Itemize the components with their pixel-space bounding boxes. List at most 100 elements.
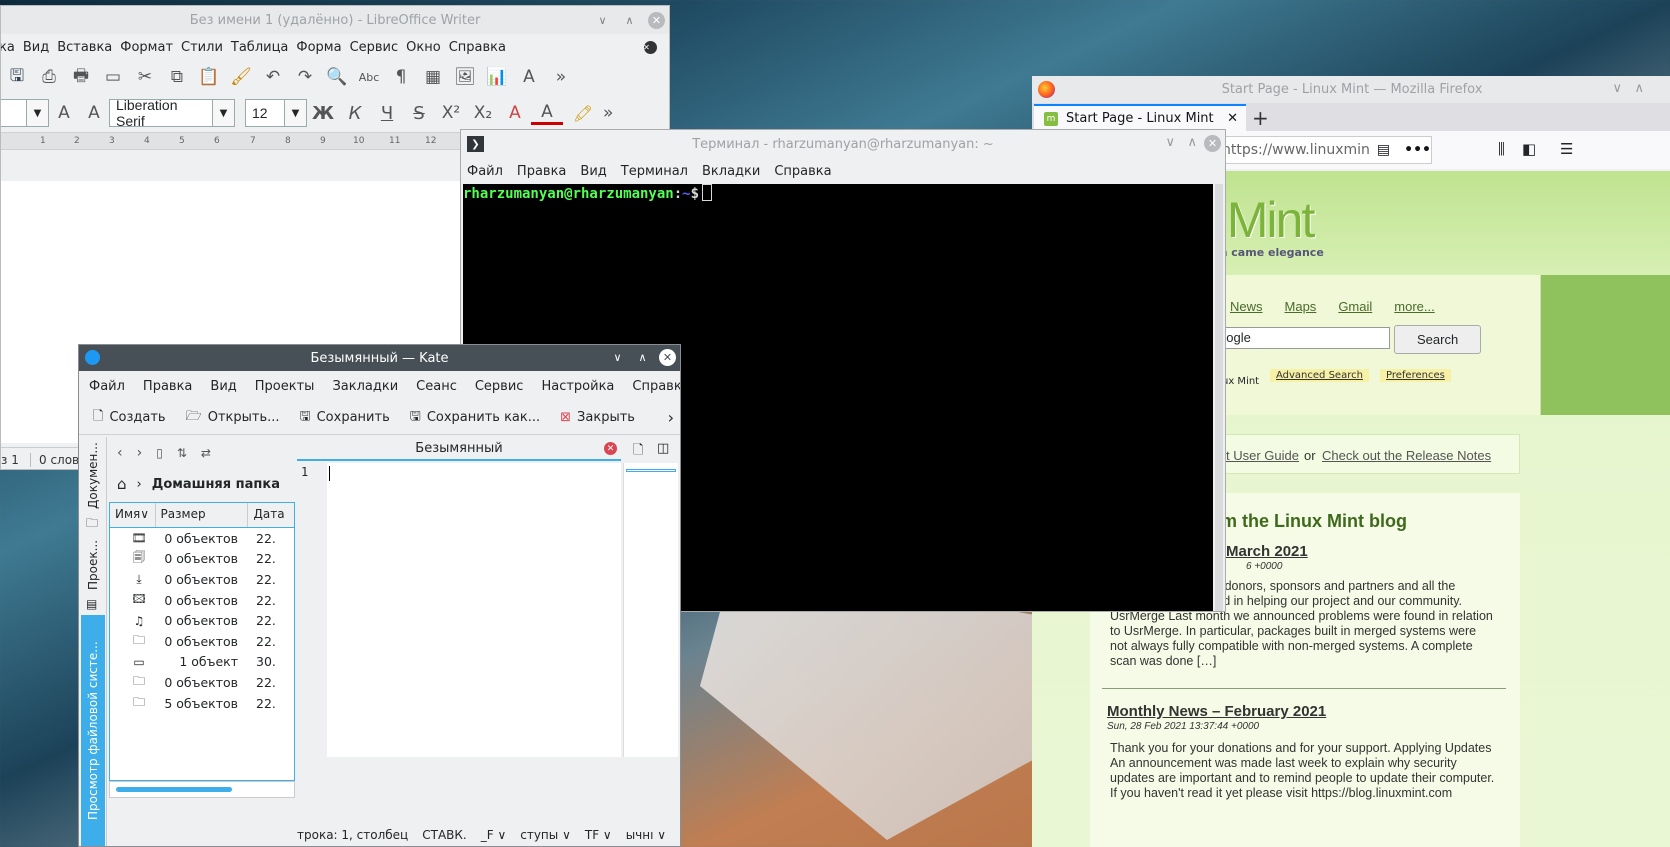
insert-image-icon[interactable]: 🖼 (449, 63, 481, 91)
file-row[interactable]: 🗐 0 объектов 22.0 (110, 549, 294, 570)
new-document-icon[interactable]: 🗋 (633, 441, 643, 463)
syntax-selector[interactable]: ычнı ∨ (626, 828, 666, 842)
redo-icon[interactable]: ↷ (289, 63, 321, 91)
link-gmail[interactable]: Gmail (1338, 299, 1372, 314)
column-date[interactable]: Дата (248, 503, 294, 527)
tab-documents[interactable]: Докумен... (81, 443, 105, 510)
paste-icon[interactable]: 📋 (193, 63, 225, 91)
file-row[interactable]: 🗀 0 объектов 22.0 (110, 672, 294, 693)
clear-formatting-icon[interactable]: A (499, 103, 531, 123)
reader-view-icon[interactable]: ▤ (1377, 142, 1390, 158)
undo-icon[interactable]: ↶ (257, 63, 289, 91)
chevron-down-icon[interactable]: ▼ (27, 99, 49, 127)
insert-chart-icon[interactable]: 📊 (481, 63, 513, 91)
post2-title[interactable]: Monthly News – February 2021 (1107, 703, 1326, 720)
print-preview-icon[interactable]: ▭ (97, 63, 129, 91)
menu-settings[interactable]: Настройка (541, 379, 614, 394)
link-more[interactable]: more... (1394, 299, 1434, 314)
bold-button[interactable]: Ж (307, 103, 339, 124)
menu-window[interactable]: Окно (406, 40, 449, 55)
update-style-icon[interactable]: A (58, 103, 70, 123)
maximize-button[interactable]: ∧ (634, 349, 651, 366)
tab-projects[interactable]: Проек... (81, 533, 105, 597)
file-row[interactable]: ▭ 1 объект 30.0 (110, 652, 294, 673)
bookmarks-icon[interactable]: ▯ (156, 446, 163, 460)
close-button[interactable]: ✕ (648, 12, 665, 29)
sidebar-icon[interactable]: ◧ (1522, 140, 1536, 158)
menu-file[interactable]: Файл (89, 379, 125, 394)
new-tab-button[interactable]: + (1252, 106, 1269, 130)
minimap[interactable] (623, 463, 678, 757)
close-doc-button[interactable]: ⊠ Закрыть (556, 404, 645, 432)
menu-form[interactable]: Форма (296, 40, 349, 55)
minimize-button[interactable]: ∨ (1612, 81, 1622, 96)
menu-help[interactable]: Справка (774, 164, 831, 179)
release-notes-link[interactable]: Check out the Release Notes (1322, 448, 1491, 463)
link-maps[interactable]: Maps (1285, 299, 1317, 314)
font-size-field[interactable]: 12 (245, 99, 285, 127)
cursor-position[interactable]: трока: 1, столбец (297, 828, 408, 842)
close-button[interactable]: ✕ (659, 349, 676, 366)
chevron-down-icon[interactable]: ▼ (285, 99, 307, 127)
kate-window[interactable]: Безымянный — Kate ∨ ∧ ✕ Файл Правка Вид … (78, 344, 681, 847)
advanced-search-link[interactable]: Advanced Search (1270, 369, 1369, 382)
copy-icon[interactable]: ⧉ (161, 63, 193, 91)
strikethrough-button[interactable]: S (403, 103, 435, 124)
minimize-button[interactable]: ∨ (609, 349, 626, 366)
menu-styles[interactable]: Стили (181, 40, 231, 55)
page-actions-icon[interactable]: ••• (1404, 142, 1431, 158)
clone-format-icon[interactable]: 🖌 (225, 63, 257, 91)
horizontal-scrollbar[interactable] (109, 781, 295, 798)
preferences-link[interactable]: Preferences (1380, 369, 1451, 382)
more-tools-icon[interactable]: » (603, 103, 613, 123)
menu-edit[interactable]: Правка (517, 164, 566, 179)
paragraph-style-field[interactable] (1, 99, 27, 127)
library-icon[interactable]: ⫼ (1498, 140, 1505, 158)
find-replace-icon[interactable]: 🔍 (321, 63, 353, 91)
column-size[interactable]: Размер (156, 503, 249, 527)
file-row[interactable]: 🗀 0 объектов 22.0 (110, 631, 294, 652)
mode-selector[interactable]: _F ∨ (481, 828, 507, 842)
menu-edit[interactable]: ка (1, 40, 23, 55)
save-as-button[interactable]: 🖫 Сохранить как... (406, 404, 550, 432)
file-row[interactable]: 🗀 5 объектов 22.0 (110, 693, 294, 714)
input-mode[interactable]: СТАВК. (422, 828, 466, 842)
formatting-marks-icon[interactable]: ¶ (385, 63, 417, 91)
writer-titlebar[interactable]: Без имени 1 (удалённо) - LibreOffice Wri… (1, 6, 669, 34)
menu-tools[interactable]: Сервис (350, 40, 407, 55)
menu-help[interactable]: Справка (632, 379, 680, 394)
export-pdf-icon[interactable]: ⎙ (33, 63, 65, 91)
save-button[interactable]: 🖫 Сохранить (296, 404, 400, 432)
menu-help[interactable]: Справка (449, 40, 514, 55)
menu-bookmarks[interactable]: Закладки (332, 379, 398, 394)
open-button[interactable]: 🗁 Открыть... (182, 404, 290, 432)
user-guide-link[interactable]: t User Guide (1226, 448, 1299, 463)
menu-tools[interactable]: Сервис (475, 379, 524, 394)
menu-format[interactable]: Формат (120, 40, 181, 55)
menu-view[interactable]: Вид (210, 379, 236, 394)
menu-session[interactable]: Сеанс (416, 379, 457, 394)
menu-table[interactable]: Таблица (231, 40, 297, 55)
maximize-button[interactable]: ∧ (1187, 135, 1197, 150)
insert-textbox-icon[interactable]: A (513, 63, 545, 91)
chevron-right-icon[interactable]: › (668, 408, 674, 427)
column-name[interactable]: Имя∨ (110, 503, 156, 527)
menu-terminal[interactable]: Терминал (621, 164, 688, 179)
firefox-titlebar[interactable]: Start Page - Linux Mint — Mozilla Firefo… (1032, 76, 1670, 103)
minimize-button[interactable]: ∨ (1165, 135, 1175, 150)
menu-icon[interactable]: ☰ (1560, 140, 1573, 158)
minimize-button[interactable]: ∨ (594, 12, 611, 29)
menu-insert[interactable]: Вставка (57, 40, 120, 55)
menu-view[interactable]: Вид (23, 40, 57, 55)
new-style-icon[interactable]: A (88, 103, 100, 123)
post1-title[interactable]: March 2021 (1226, 543, 1308, 560)
home-icon[interactable]: ⌂ (117, 475, 127, 493)
underline-button[interactable]: Ч (371, 103, 403, 124)
forward-icon[interactable]: › (137, 445, 143, 461)
print-icon[interactable]: 🖶 (65, 63, 97, 91)
encoding-selector[interactable]: TF ∨ (585, 828, 612, 842)
kate-titlebar[interactable]: Безымянный — Kate ∨ ∧ ✕ (79, 345, 680, 371)
indentation-selector[interactable]: ступы ∨ (520, 828, 571, 842)
font-color-icon[interactable]: A (531, 102, 563, 125)
file-row[interactable]: 🎞 0 объектов 22.0 (110, 528, 294, 549)
